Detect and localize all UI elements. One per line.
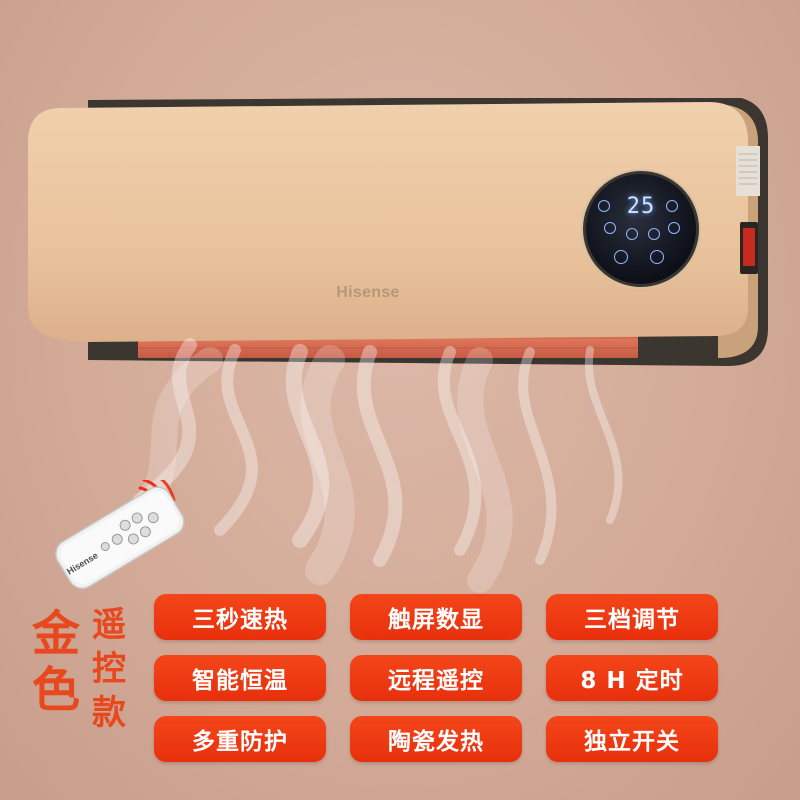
power-icon[interactable] [650,250,664,264]
remote-body [55,470,185,590]
type-label-char: 款 [92,693,126,733]
feature-badge: 8 H 定时 [546,655,718,701]
touch-display[interactable]: 25 [583,171,699,287]
feature-badge: 触屏数显 [350,594,522,640]
mode-icon[interactable] [668,222,680,234]
brand-logo: Hisense [336,284,400,301]
color-label-char: 金 [32,606,81,662]
remote-control [40,470,210,590]
feature-badge: 三档调节 [546,594,718,640]
feature-badge: 多重防护 [154,716,326,762]
type-label-char: 遥 [92,605,126,645]
feature-badge: 智能恒温 [154,655,326,701]
type-label-char: 控 [92,649,126,689]
feature-badge: 三秒速热 [154,594,326,640]
fan-icon[interactable] [598,200,610,212]
feature-badge: 陶瓷发热 [350,716,522,762]
heat-icon[interactable] [604,222,616,234]
color-label-char: 色 [32,662,81,718]
wall-heater: Hisense 25 [28,98,768,368]
celsius-icon [666,200,678,212]
feature-badge: 独立开关 [546,716,718,762]
swing-icon[interactable] [648,228,660,240]
feature-badge: 远程遥控 [350,655,522,701]
timer-icon[interactable] [614,250,628,264]
snow-icon[interactable] [626,228,638,240]
